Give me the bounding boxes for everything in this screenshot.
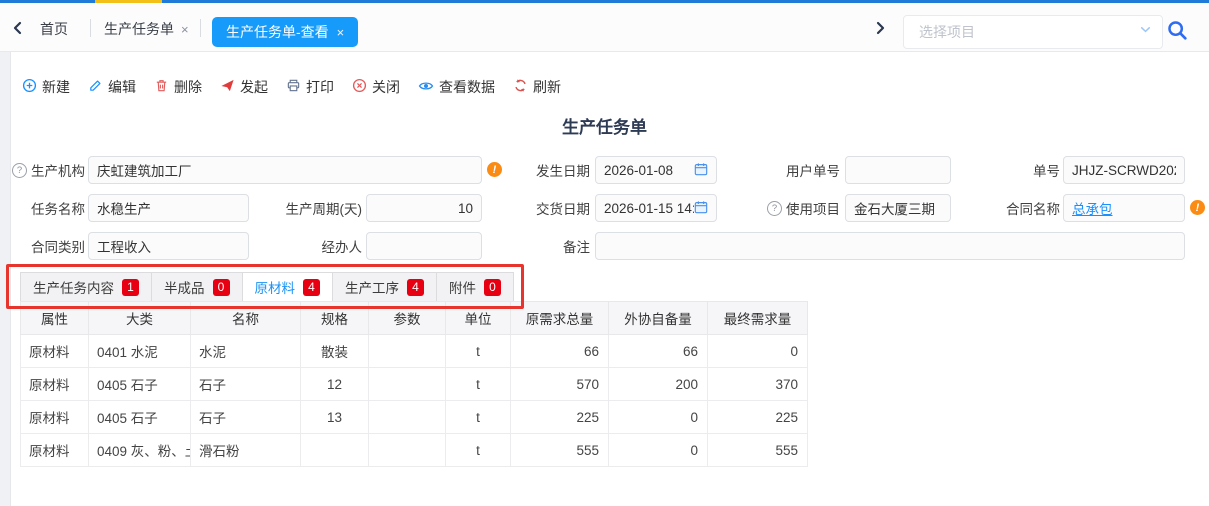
tab-raw-materials[interactable]: 原材料 4 — [242, 272, 334, 302]
tab-divider — [90, 19, 91, 37]
org-field[interactable]: 庆虹建筑加工厂 — [88, 156, 482, 184]
col-header: 属性 — [21, 302, 89, 335]
calendar-icon[interactable] — [694, 162, 708, 179]
tab-production-task[interactable]: 生产任务单 × — [104, 19, 189, 39]
delivery-date-label: 交货日期 — [500, 194, 590, 222]
col-header: 单位 — [446, 302, 511, 335]
count-badge: 4 — [303, 279, 320, 296]
doc-no-label: 单号 — [990, 156, 1060, 184]
plus-circle-icon — [22, 78, 37, 96]
task-name-label: 任务名称 — [0, 194, 85, 222]
initiate-button[interactable]: 发起 — [220, 77, 268, 97]
tab-processes[interactable]: 生产工序 4 — [332, 272, 437, 302]
eye-icon — [418, 78, 434, 97]
close-circle-icon — [352, 78, 367, 96]
print-button[interactable]: 打印 — [286, 77, 334, 97]
close-icon[interactable]: × — [181, 22, 189, 37]
col-header: 规格 — [301, 302, 369, 335]
table-row[interactable]: 原材料 0409 灰、粉、土 滑石粉 t 555 0 555 — [21, 434, 808, 467]
col-header: 名称 — [191, 302, 301, 335]
table-row[interactable]: 原材料 0405 石子 石子 12 t 570 200 370 — [21, 368, 808, 401]
count-badge: 0 — [213, 279, 230, 296]
remark-label: 备注 — [500, 232, 590, 260]
table-row[interactable]: 原材料 0405 石子 石子 13 t 225 0 225 — [21, 401, 808, 434]
chevron-down-icon[interactable] — [1138, 22, 1153, 42]
warning-icon[interactable]: ! — [1190, 200, 1205, 215]
tab-production-task-view[interactable]: 生产任务单-查看 × — [212, 17, 358, 47]
project-select[interactable] — [903, 15, 1163, 49]
tab-label: 生产任务单 — [104, 19, 174, 39]
pencil-icon — [88, 78, 103, 96]
tab-home[interactable]: 首页 — [40, 19, 68, 39]
search-icon[interactable] — [1167, 20, 1188, 46]
close-icon[interactable]: × — [337, 25, 345, 40]
contract-link[interactable]: 总承包 — [1072, 198, 1176, 218]
occur-date-label: 发生日期 — [500, 156, 590, 184]
cycle-days-label: 生产周期(天) — [262, 194, 362, 222]
trash-icon — [154, 78, 169, 96]
detail-tabs: 生产任务内容 1 半成品 0 原材料 4 生产工序 4 附件 0 — [20, 272, 513, 302]
contract-type-label: 合同类别 — [0, 232, 85, 260]
handler-label: 经办人 — [262, 232, 362, 260]
refresh-button[interactable]: 刷新 — [513, 77, 561, 97]
col-header: 最终需求量 — [708, 302, 808, 335]
printer-icon — [286, 78, 301, 96]
tab-attachments[interactable]: 附件 0 — [436, 272, 514, 302]
delivery-date-field[interactable]: 2026-01-15 14:1 — [595, 194, 717, 222]
delete-button[interactable]: 删除 — [154, 77, 202, 97]
refresh-icon — [513, 78, 528, 96]
table-row[interactable]: 原材料 0401 水泥 水泥 散装 t 66 66 0 — [21, 335, 808, 368]
table-header-row: 属性 大类 名称 规格 参数 单位 原需求总量 外协自备量 最终需求量 — [21, 302, 808, 335]
user-no-field[interactable] — [845, 156, 951, 184]
app-window: 首页 生产任务单 × 生产任务单-查看 × 新建 — [0, 0, 1209, 506]
contract-name-label: 合同名称 — [990, 194, 1060, 222]
col-header: 大类 — [89, 302, 191, 335]
view-data-button[interactable]: 查看数据 — [418, 77, 495, 97]
calendar-icon[interactable] — [694, 200, 708, 217]
col-header: 外协自备量 — [609, 302, 708, 335]
toolbar: 新建 编辑 删除 发起 打印 关闭 查看数据 刷新 — [22, 74, 561, 100]
handler-field[interactable] — [366, 232, 482, 260]
cycle-days-field[interactable]: 10 — [366, 194, 482, 222]
chevron-right-icon[interactable] — [872, 20, 888, 41]
tab-semi-finished[interactable]: 半成品 0 — [151, 272, 243, 302]
help-icon: ? — [12, 163, 27, 178]
window-tabbar: 首页 生产任务单 × 生产任务单-查看 × — [0, 3, 1209, 52]
org-label: ? 生产机构 — [0, 156, 85, 184]
user-no-label: 用户单号 — [750, 156, 840, 184]
page-title: 生产任务单 — [0, 113, 1209, 138]
remark-field[interactable] — [595, 232, 1185, 260]
project-select-input[interactable] — [917, 23, 1138, 41]
doc-no-field[interactable]: JHJZ-SCRWD20260 — [1063, 156, 1185, 184]
tab-divider — [200, 19, 201, 37]
help-icon: ? — [767, 201, 782, 216]
new-button[interactable]: 新建 — [22, 77, 70, 97]
project-label: ? 使用项目 — [730, 194, 840, 222]
materials-table: 属性 大类 名称 规格 参数 单位 原需求总量 外协自备量 最终需求量 原材料 … — [20, 301, 808, 467]
edit-button[interactable]: 编辑 — [88, 77, 136, 97]
count-badge: 1 — [122, 279, 139, 296]
close-button[interactable]: 关闭 — [352, 77, 400, 97]
contract-name-field[interactable]: 总承包 — [1063, 194, 1185, 222]
project-field[interactable]: 金石大厦三期 — [845, 194, 951, 222]
occur-date-field[interactable]: 2026-01-08 — [595, 156, 717, 184]
count-badge: 0 — [484, 279, 501, 296]
tab-label: 生产任务单-查看 — [226, 22, 329, 42]
col-header: 原需求总量 — [511, 302, 609, 335]
col-header: 参数 — [369, 302, 446, 335]
contract-type-field[interactable]: 工程收入 — [88, 232, 249, 260]
tab-task-content[interactable]: 生产任务内容 1 — [20, 272, 152, 302]
send-icon — [220, 78, 235, 96]
chevron-left-icon[interactable] — [10, 20, 26, 41]
task-name-field[interactable]: 水稳生产 — [88, 194, 249, 222]
count-badge: 4 — [407, 279, 424, 296]
